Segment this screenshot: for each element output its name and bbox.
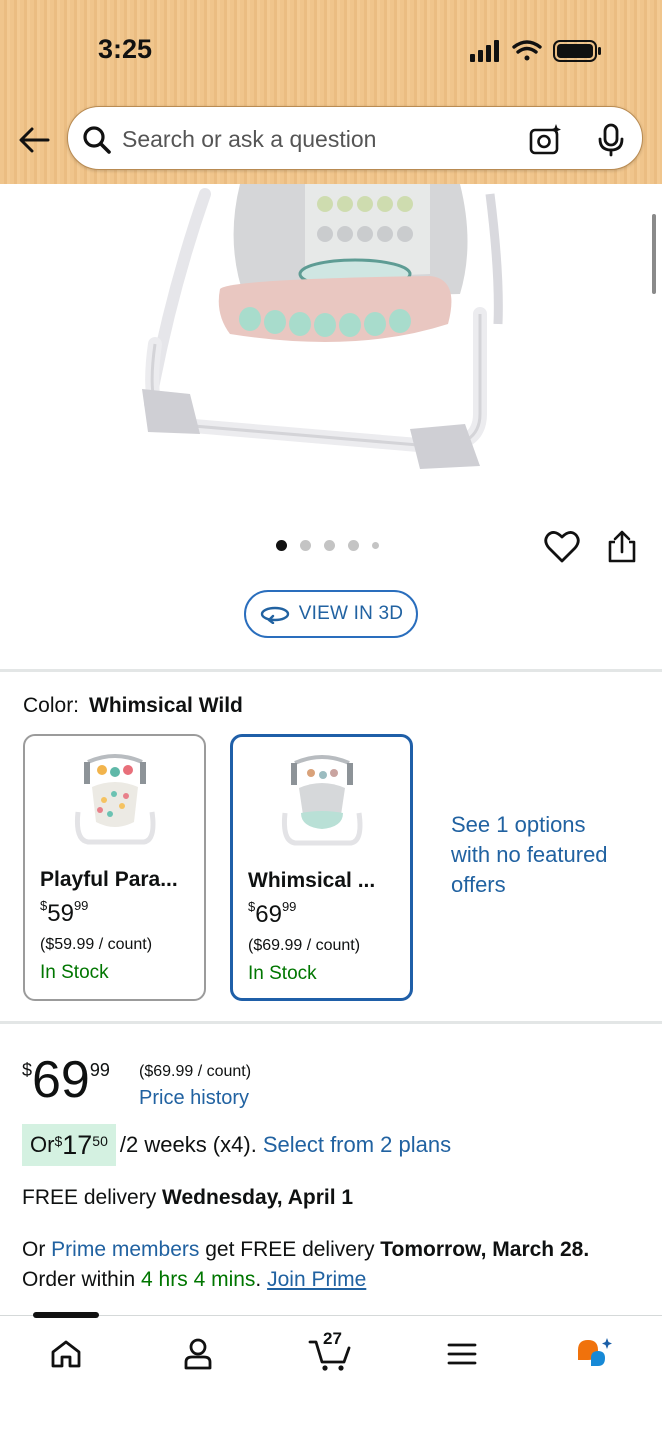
- menu-icon[interactable]: [432, 1332, 492, 1376]
- home-icon[interactable]: [36, 1332, 96, 1376]
- view-in-3d-button[interactable]: VIEW IN 3D: [244, 590, 418, 638]
- delivery-countdown: 4 hrs 4 mins: [141, 1268, 256, 1291]
- swatch-price: $5999: [40, 898, 89, 927]
- search-bar[interactable]: [67, 106, 643, 170]
- bottom-navigation: 27: [0, 1312, 662, 1440]
- scrollbar[interactable]: [652, 214, 656, 294]
- swatch-price: $6999: [248, 899, 297, 928]
- wifi-icon: [512, 40, 542, 61]
- heart-icon[interactable]: [544, 530, 580, 564]
- cart-count-badge: 27: [323, 1329, 342, 1348]
- color-option-playful-paradise[interactable]: Playful Para... $5999 ($59.99 / count) I…: [23, 734, 206, 1001]
- color-selector-label: Color: Whimsical Wild: [23, 694, 243, 718]
- signal-icon: [470, 40, 499, 62]
- rotate-3d-icon: [260, 606, 289, 624]
- price: $ 69 99: [22, 1051, 110, 1109]
- header: 3:25: [0, 0, 662, 184]
- account-icon[interactable]: [168, 1332, 228, 1376]
- swatch-unit-price: ($69.99 / count): [248, 937, 361, 954]
- unit-price: ($69.99 / count): [139, 1063, 252, 1080]
- prime-delivery-info: Or Prime members get FREE delivery Tomor…: [22, 1238, 590, 1291]
- see-other-options-link[interactable]: See 1 options with no featured offers: [451, 810, 621, 900]
- swatch-name: Playful Para...: [40, 868, 178, 891]
- active-tab-indicator: [33, 1312, 99, 1318]
- divider: [0, 1021, 662, 1024]
- divider: [0, 669, 662, 672]
- camera-lens-icon[interactable]: [528, 123, 562, 157]
- product-image: [142, 184, 503, 469]
- pagination-dot[interactable]: [324, 540, 335, 551]
- status-icons: [470, 40, 601, 62]
- pagination-dot[interactable]: [348, 540, 359, 551]
- color-option-whimsical-wild[interactable]: Whimsical ... $6999 ($69.99 / count) In …: [230, 734, 413, 1001]
- delivery-info: FREE delivery Wednesday, April 1: [22, 1186, 354, 1209]
- search-icon: [83, 126, 111, 154]
- prime-members-link[interactable]: Prime members: [51, 1238, 199, 1261]
- installment-terms: /2 weeks (x4).: [119, 1132, 257, 1157]
- price-history-link[interactable]: Price history: [139, 1087, 249, 1110]
- pagination-dot[interactable]: [372, 542, 379, 549]
- installment-offer: Or $17 50 /2 weeks (x4). Select from 2 pl…: [22, 1124, 451, 1166]
- swatch-thumbnail: [281, 755, 362, 846]
- battery-icon: [553, 40, 601, 62]
- color-value: Whimsical Wild: [89, 694, 243, 717]
- color-label: Color:: [23, 694, 80, 717]
- back-arrow-icon[interactable]: [14, 120, 54, 160]
- microphone-icon[interactable]: [596, 123, 626, 157]
- share-icon[interactable]: [606, 530, 638, 564]
- select-plans-link[interactable]: Select from 2 plans: [263, 1132, 451, 1158]
- installment-highlight: Or $17 50: [22, 1124, 116, 1166]
- rufus-icon[interactable]: [564, 1332, 624, 1376]
- swatch-thumbnail: [74, 754, 155, 845]
- swatch-stock-status: In Stock: [40, 962, 109, 983]
- status-time: 3:25: [98, 34, 153, 64]
- view-in-3d-label: VIEW IN 3D: [298, 603, 404, 624]
- swatch-stock-status: In Stock: [248, 963, 317, 984]
- pagination-dot[interactable]: [276, 540, 287, 551]
- search-input[interactable]: [122, 117, 512, 161]
- product-image-gallery[interactable]: VIEW IN 3D: [0, 184, 662, 670]
- pagination-dot[interactable]: [300, 540, 311, 551]
- swatch-unit-price: ($59.99 / count): [40, 936, 153, 953]
- swatch-name: Whimsical ...: [248, 869, 376, 892]
- join-prime-link[interactable]: Join Prime: [267, 1268, 366, 1291]
- image-pagination-dots[interactable]: [276, 540, 379, 551]
